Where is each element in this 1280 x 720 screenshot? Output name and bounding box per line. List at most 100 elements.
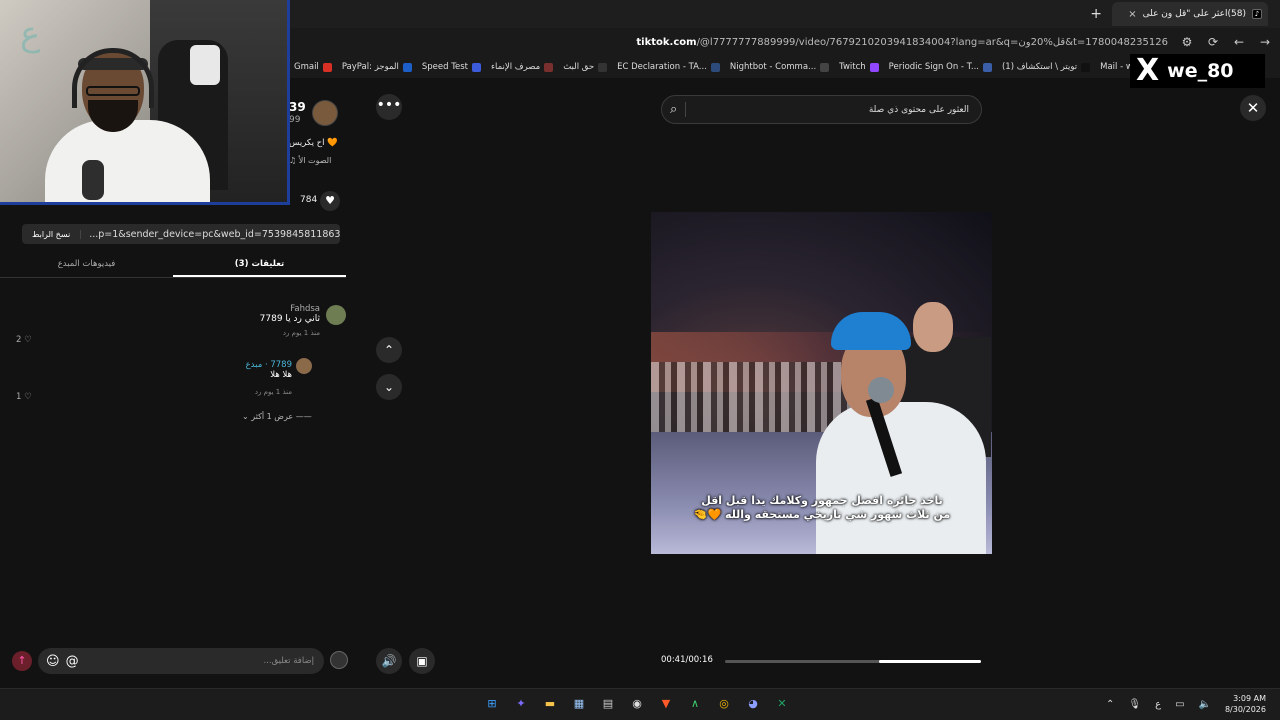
microphone-head xyxy=(868,377,894,403)
heart-icon: ♥ xyxy=(325,194,335,207)
obs-icon[interactable]: ◉ xyxy=(627,694,647,714)
back-icon[interactable]: ← xyxy=(1232,35,1246,49)
tab-comments[interactable]: (3) تعليقات xyxy=(173,254,346,277)
picture-in-picture-button[interactable]: ▣ xyxy=(409,648,435,674)
comment-meta[interactable]: منذ 1 يوم رد xyxy=(170,329,320,337)
comment-input[interactable]: ☺ @ إضافة تعليق... xyxy=(38,648,324,674)
browser-tab[interactable]: ♪ (58)اعثر على "قل ون على × xyxy=(1112,2,1268,26)
author-stat-secondary: 99 xyxy=(289,115,301,125)
progress-bar[interactable] xyxy=(725,660,981,663)
search-placeholder: العثور على محتوى ذي صلة xyxy=(868,104,969,115)
url-domain: tiktok.com xyxy=(636,36,697,48)
microphone-icon[interactable]: 🎙 xyxy=(1128,699,1141,710)
previous-video-button[interactable]: ⌃ xyxy=(376,337,402,363)
bookmark-label: Nightbot - Comma... xyxy=(729,62,817,72)
url-field[interactable]: tiktok.com/@l7777777889999/video/7679210… xyxy=(636,37,1168,48)
volume-button[interactable]: 🔊 xyxy=(376,648,402,674)
headset-icon xyxy=(72,48,154,108)
screen: + ♪ (58)اعثر على "قل ون على × tiktok.com… xyxy=(0,0,1280,720)
windows-taskbar: ⊞ ✦ ▬ ▦ ▤ ◉ ▼ ∧ ◎ ◕ ✕ ⌃ 🎙 ع ▭ 🔈 3:09 AM … xyxy=(0,688,1280,720)
input-language[interactable]: ع xyxy=(1155,699,1161,710)
reply-like[interactable]: 1 ♡ xyxy=(16,392,32,402)
comment-like[interactable]: 2 ♡ xyxy=(16,335,32,345)
bookmark-item[interactable]: (1) تويتر \ استكشاف xyxy=(1002,62,1091,72)
reply-author[interactable]: 7789 · مبدع xyxy=(172,360,292,370)
reply-avatar[interactable] xyxy=(296,358,312,374)
bookmark-icon xyxy=(471,62,481,72)
speaker-icon[interactable]: 🔈 xyxy=(1199,699,1211,710)
commenter-name[interactable]: Fahdsa xyxy=(170,304,320,314)
bookmark-icon xyxy=(1081,62,1091,72)
reply-like-count: 1 xyxy=(16,392,22,402)
new-tab-button[interactable]: + xyxy=(1090,6,1102,22)
taskbar-apps: ⊞ ✦ ▬ ▦ ▤ ◉ ▼ ∧ ◎ ◕ ✕ xyxy=(482,694,792,714)
mention-icon[interactable]: @ xyxy=(66,654,79,669)
clock[interactable]: 3:09 AM 8/30/2026 xyxy=(1225,693,1266,715)
video-player[interactable]: تاخذ جائزه افضل جمهور وكلامك يدا قبل اقل… xyxy=(651,212,992,554)
bookmark-item[interactable]: Twitch xyxy=(839,62,879,72)
user-avatar[interactable] xyxy=(330,651,348,669)
reply-meta[interactable]: منذ 1 يوم رد xyxy=(172,388,292,396)
start-icon[interactable]: ⊞ xyxy=(482,694,502,714)
bookmark-label: مصرف الإنماء xyxy=(490,62,541,72)
bookmark-item[interactable]: Nightbot - Comma... xyxy=(729,62,830,72)
forward-icon[interactable]: → xyxy=(1258,35,1272,49)
bookmark-label: Gmail xyxy=(294,62,319,72)
app-icon[interactable]: ∧ xyxy=(685,694,705,714)
search-icon[interactable]: ⌕ xyxy=(670,102,687,117)
pip-icon: ▣ xyxy=(416,654,428,668)
discord-icon[interactable]: ◕ xyxy=(743,694,763,714)
next-video-button[interactable]: ⌄ xyxy=(376,374,402,400)
reload-icon[interactable]: ⟳ xyxy=(1206,35,1220,49)
streamer-glasses xyxy=(86,86,140,96)
share-link[interactable]: ...p=1&sender_device=pc&web_id=753984581… xyxy=(81,229,340,240)
bookmark-icon xyxy=(982,62,992,72)
file-explorer-icon[interactable]: ▬ xyxy=(540,694,560,714)
commenter-avatar[interactable] xyxy=(326,305,346,325)
tab-close-button[interactable]: × xyxy=(1128,9,1136,20)
copy-link-button[interactable]: نسخ الرابط xyxy=(22,229,82,239)
view-more-replies[interactable]: ⌄ عرض 1 أكثر —— xyxy=(242,412,312,421)
close-icon: ✕ xyxy=(1246,99,1260,117)
tab-creator-videos[interactable]: فيديوهات المبدع xyxy=(0,254,173,277)
bookmark-label: Speed Test xyxy=(421,62,468,72)
clock-date: 8/30/2026 xyxy=(1224,705,1266,714)
bookmark-label: Periodic Sign On - T... xyxy=(888,62,979,72)
display-icon[interactable]: ▭ xyxy=(1175,699,1184,710)
bookmark-item[interactable]: Periodic Sign On - T... xyxy=(889,62,992,72)
author-avatar[interactable] xyxy=(312,100,338,126)
more-options-button[interactable]: ••• xyxy=(376,94,402,120)
site-settings-icon[interactable]: ⚙ xyxy=(1180,35,1194,49)
chair-logo xyxy=(190,45,220,85)
bookmark-item[interactable]: PayPal: الموجز xyxy=(342,62,412,72)
bookmark-icon xyxy=(544,62,554,72)
excel-icon[interactable]: ✕ xyxy=(772,694,792,714)
presenter-cap xyxy=(831,312,911,350)
copilot-icon[interactable]: ✦ xyxy=(511,694,531,714)
bookmark-item[interactable]: حق البث xyxy=(563,62,608,72)
chrome-icon[interactable]: ◎ xyxy=(714,694,734,714)
close-button[interactable]: ✕ xyxy=(1240,95,1266,121)
stream-x-badge: X we_80 xyxy=(1130,54,1265,88)
calculator-icon[interactable]: ▤ xyxy=(598,694,618,714)
store-icon[interactable]: ▦ xyxy=(569,694,589,714)
more-dots-icon: ••• xyxy=(376,97,402,113)
brave-icon[interactable]: ▼ xyxy=(656,694,676,714)
reply-text: هلا هلا xyxy=(270,370,292,380)
like-button[interactable]: ♥ xyxy=(320,191,340,211)
streamer-microphone xyxy=(82,160,104,200)
related-search-bar[interactable]: ⌕ العثور على محتوى ذي صلة xyxy=(661,95,982,124)
bookmark-item[interactable]: EC Declaration - TA... xyxy=(617,62,720,72)
reply-item: 7789 · مبدع هلا هلا منذ 1 يوم رد xyxy=(172,360,292,396)
bookmark-icon xyxy=(322,62,332,72)
emoji-icon[interactable]: ☺ xyxy=(46,654,60,669)
bookmark-item[interactable]: Gmail xyxy=(294,62,332,72)
video-description: اح يكريس 🧡 xyxy=(289,138,338,148)
send-comment-button[interactable]: ↑ xyxy=(12,651,32,671)
tab-title: (58)اعثر على "قل ون على xyxy=(1142,9,1246,19)
sound-label[interactable]: ♫ الصوت الأ xyxy=(289,156,331,165)
x-handle: we_80 xyxy=(1167,60,1234,82)
bookmark-item[interactable]: مصرف الإنماء xyxy=(490,62,554,72)
bookmark-item[interactable]: Speed Test xyxy=(422,62,481,72)
chevron-up-icon[interactable]: ⌃ xyxy=(1106,699,1114,710)
